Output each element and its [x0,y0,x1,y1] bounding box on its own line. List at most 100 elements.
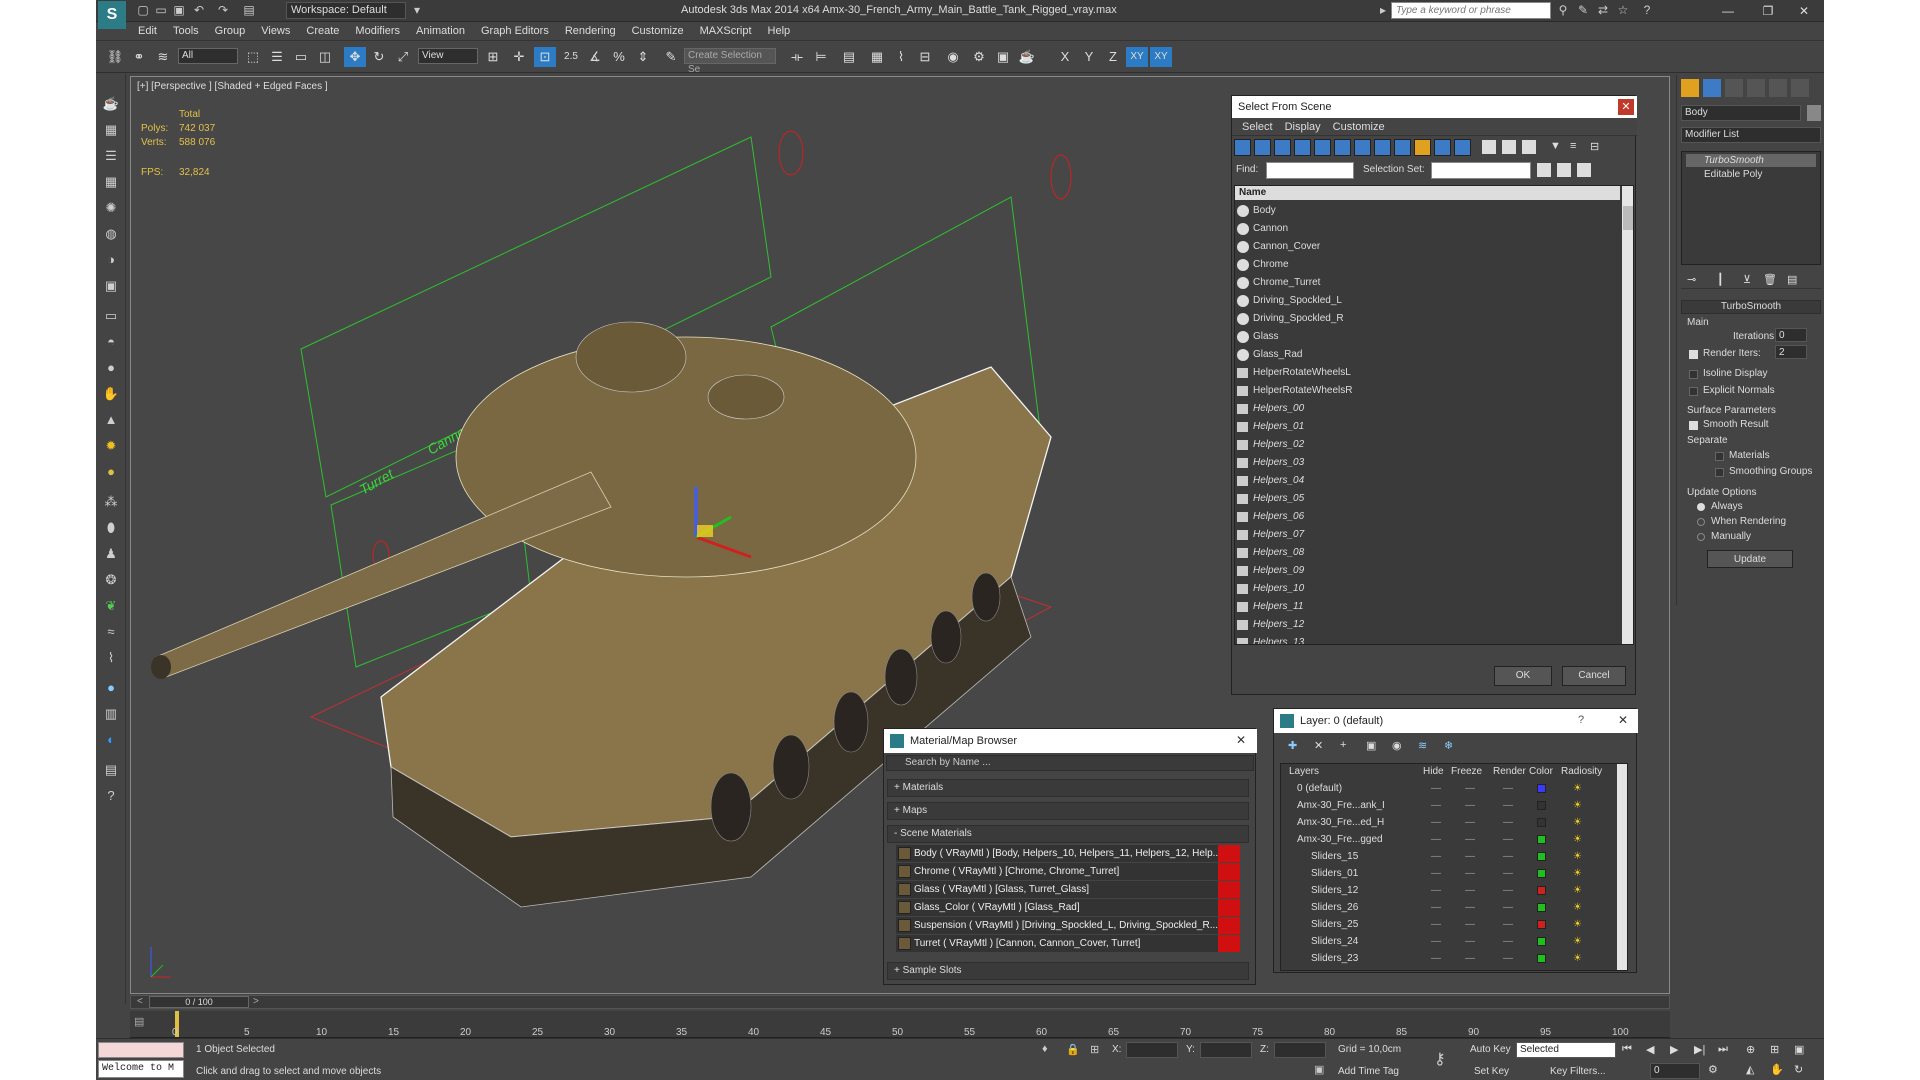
y-coord-field[interactable] [1200,1042,1252,1058]
sfs-list-item[interactable]: Helpers_13 [1235,634,1620,644]
project-folder-icon[interactable]: ▤ [242,3,256,17]
layer-freeze-toggle[interactable]: — [1465,916,1475,933]
capsule-icon[interactable]: ⬮ [100,518,122,538]
time-slider[interactable]: < 0 / 100 > [130,995,1670,1009]
update-button[interactable]: Update [1707,550,1793,568]
layer-row[interactable]: Amx-30_Fre...ed_H — — — ☀ [1281,814,1621,831]
mb-close-icon[interactable]: ✕ [1236,733,1246,747]
mini-curve-editor-icon[interactable]: ▤ [134,1015,144,1028]
layer-render-toggle[interactable]: — [1503,831,1513,848]
sfs-list-item[interactable]: Cannon [1235,220,1620,238]
layer-help-icon[interactable]: ? [1578,714,1584,726]
sort-icon[interactable]: ≡ [1570,140,1576,152]
scene-material-row[interactable]: Suspension ( VRayMtl ) [Driving_Spockled… [896,917,1240,934]
layer-render-toggle[interactable]: — [1503,780,1513,797]
camera-icon[interactable]: ◍ [100,224,122,244]
z-coord-field[interactable] [1274,1042,1326,1058]
layer-color-swatch[interactable] [1537,818,1546,827]
auto-key-button[interactable]: Auto Key [1470,1044,1511,1055]
save-frame-icon[interactable]: ▤ [100,760,122,780]
layer-hide-toggle[interactable]: — [1431,916,1441,933]
utilities-tab-icon[interactable] [1791,79,1809,97]
layer-freeze-toggle[interactable]: — [1465,899,1475,916]
close-window-button[interactable]: ✕ [1784,0,1824,22]
stack-editable-poly[interactable]: Editable Poly [1686,168,1816,181]
sfs-find-input[interactable] [1266,162,1354,179]
layer-col-color[interactable]: Color [1529,766,1553,777]
layer-row[interactable]: Sliders_23 — — — ☀ [1281,950,1621,967]
render-icon[interactable]: ▥ [100,704,122,724]
separate-smoothing-checkbox[interactable] [1715,468,1724,477]
layer-radiosity-icon[interactable]: ☀ [1573,797,1582,814]
pivot-center-icon[interactable]: ⊞ [482,47,504,67]
layer-hide-toggle[interactable]: — [1431,865,1441,882]
sfs-menu-customize[interactable]: Customize [1327,118,1391,136]
bubble-icon[interactable]: ❂ [100,570,122,590]
sfs-list-item[interactable]: Glass_Rad [1235,346,1620,364]
mirror-icon[interactable]: ⟛ [786,47,808,67]
earth-icon[interactable]: ◐ [100,730,122,750]
filter-lights-icon[interactable] [1274,139,1291,156]
separate-materials-checkbox[interactable] [1715,452,1724,461]
reference-coord-dropdown[interactable]: View [418,48,478,64]
time-config-icon[interactable]: ⚙ [1708,1063,1718,1076]
menu-graph-editors[interactable]: Graph Editors [473,22,557,41]
sfs-list-item[interactable]: Helpers_03 [1235,454,1620,472]
explicit-normals-checkbox[interactable] [1689,387,1698,396]
layer-color-swatch[interactable] [1537,920,1546,929]
goto-start-icon[interactable]: ⏮ [1622,1043,1632,1056]
particles-icon[interactable]: ⁂ [100,492,122,512]
filter-frozen-icon[interactable] [1434,139,1451,156]
tools-icon[interactable]: ✎ [1576,3,1590,17]
selset-select-icon[interactable] [1577,163,1591,177]
layer-select-icon[interactable]: ▣ [1366,739,1376,752]
teapot-icon[interactable]: ☕ [100,94,122,114]
render-iters-spinner[interactable]: 2 [1775,345,1807,359]
layer-row[interactable]: Sliders_15 — — — ☀ [1281,848,1621,865]
cone-icon[interactable]: ▲ [100,410,122,430]
layer-hide-toggle[interactable]: — [1431,848,1441,865]
selset-add-icon[interactable] [1537,163,1551,177]
filter-bones-icon[interactable] [1394,139,1411,156]
help-search-input[interactable]: Type a keyword or phrase [1391,2,1551,19]
menu-help[interactable]: Help [760,22,799,41]
pan-icon[interactable]: ✋ [1770,1063,1784,1076]
fov-icon[interactable]: ◭ [1746,1063,1754,1076]
layer-radiosity-icon[interactable]: ☀ [1573,899,1582,916]
sfs-menu-display[interactable]: Display [1279,118,1327,136]
display-tab-icon[interactable] [1769,79,1787,97]
sfs-list-item[interactable]: Helpers_07 [1235,526,1620,544]
sfs-selset-dropdown[interactable] [1431,162,1531,179]
layer-render-toggle[interactable]: — [1503,882,1513,899]
filter-xrefs-icon[interactable] [1374,139,1391,156]
display-all-icon[interactable] [1502,140,1516,154]
sfs-list-item[interactable]: Helpers_06 [1235,508,1620,526]
create-tab-icon[interactable] [1681,79,1699,97]
goto-end-icon[interactable]: ⏭ [1718,1043,1728,1056]
smooth-result-checkbox[interactable] [1689,421,1698,430]
ball-icon[interactable]: ● [100,678,122,698]
absolute-mode-icon[interactable]: ⊞ [1090,1043,1099,1056]
layer-render-toggle[interactable]: — [1503,865,1513,882]
layer-hide-toggle[interactable]: — [1431,797,1441,814]
sfs-list-item[interactable]: Helpers_09 [1235,562,1620,580]
layer-render-toggle[interactable]: — [1503,814,1513,831]
percent-snap-icon[interactable]: % [608,47,630,67]
workspace-menu-icon[interactable]: ▾ [410,3,424,17]
layer-row[interactable]: Sliders_26 — — — ☀ [1281,899,1621,916]
sfs-list-item[interactable]: Helpers_04 [1235,472,1620,490]
current-frame-field[interactable]: 0 [1650,1063,1700,1079]
sfs-list-item[interactable]: Helpers_02 [1235,436,1620,454]
update-rendering-radio[interactable] [1697,518,1705,526]
layer-row[interactable]: Amx-30_Fre...ank_I — — — ☀ [1281,797,1621,814]
sfs-close-icon[interactable]: ✕ [1618,99,1634,115]
layer-hide-toggle[interactable]: — [1431,899,1441,916]
layer-radiosity-icon[interactable]: ☀ [1573,814,1582,831]
layer-render-toggle[interactable]: — [1503,933,1513,950]
show-end-result-icon[interactable]: ┃ [1717,273,1724,286]
sfs-list-item[interactable]: Chrome [1235,256,1620,274]
filter-funnel-icon[interactable]: ▼ [1550,140,1561,152]
sfs-list-item[interactable]: Driving_Spockled_L [1235,292,1620,310]
keyboard-shortcut-icon[interactable]: ⊡ [534,47,556,67]
layer-color-swatch[interactable] [1537,869,1546,878]
